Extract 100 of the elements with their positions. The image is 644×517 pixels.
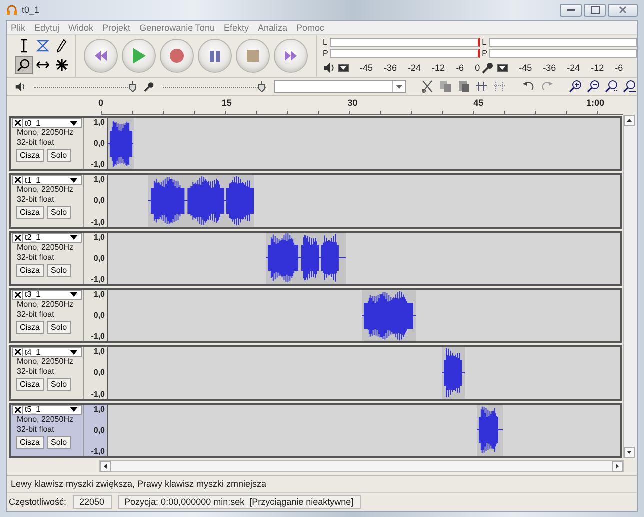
track-info: Mono, 22050Hz (16, 128, 74, 138)
skip-to-end-button[interactable] (274, 39, 308, 73)
track-control-panel[interactable]: t5_1 Mono, 22050Hz 32-bit float Cisza Solo (11, 404, 84, 456)
dropdown-button[interactable] (497, 64, 508, 72)
track-toggle-button[interactable]: Solo (47, 320, 72, 334)
track-control-panel[interactable]: t0_1 Mono, 22050Hz 32-bit float Cisza Solo (11, 118, 84, 170)
slider-thumb[interactable] (128, 80, 137, 92)
menu-item[interactable]: Generowanie Tonu (140, 22, 215, 32)
close-icon[interactable] (14, 234, 20, 241)
i-beam-icon (18, 39, 30, 53)
scissors-icon[interactable] (421, 80, 434, 93)
menu-item[interactable]: Analiza (258, 22, 288, 32)
scroll-left-button[interactable] (100, 461, 111, 472)
scroll-up-button[interactable] (624, 115, 635, 126)
tool-button[interactable] (53, 56, 71, 74)
caret-icon (499, 66, 506, 70)
track-control-panel[interactable]: t3_1 Mono, 22050Hz 32-bit float Cisza Solo (11, 290, 84, 342)
menu-item[interactable]: Efekty (224, 22, 249, 32)
caret-icon (70, 350, 78, 355)
maximize-button[interactable] (584, 4, 606, 16)
menu-item[interactable]: Plik (11, 22, 26, 32)
caret-right-icon (616, 464, 619, 469)
track-format: 32-bit float (16, 424, 56, 435)
caret-icon (70, 120, 78, 126)
zoom-fit-selection-icon[interactable] (605, 80, 618, 93)
track-toggle-button[interactable]: Solo (47, 264, 72, 277)
audio-clip[interactable] (148, 175, 254, 227)
meter-scale-label: -6 (456, 63, 464, 73)
track-name-menu[interactable]: t4_1 (12, 347, 82, 358)
close-button[interactable] (608, 4, 638, 16)
track-info: Mono, 22050Hz (16, 300, 74, 310)
microphone-icon (144, 80, 155, 92)
ruler-label: 30 (348, 98, 358, 108)
skip-forward-icon (285, 51, 297, 61)
undo-icon[interactable] (522, 82, 535, 92)
caret-icon (396, 84, 403, 88)
record-button[interactable] (160, 39, 194, 73)
track-control-panel[interactable]: t1_1 Mono, 22050Hz 32-bit float Cisza Solo (11, 175, 84, 227)
minimize-button[interactable] (560, 4, 582, 16)
caret-left-icon (104, 464, 107, 469)
amplitude-label: -1,0 (91, 274, 105, 284)
skip-to-start-button[interactable] (84, 39, 118, 73)
audio-clip[interactable] (442, 347, 466, 399)
close-icon[interactable] (14, 406, 20, 413)
close-icon[interactable] (14, 177, 20, 184)
menu-item[interactable]: Pomoc (296, 22, 325, 32)
track-toggle-button[interactable]: Solo (47, 378, 72, 392)
zoom-in-icon[interactable] (569, 80, 582, 93)
menu-item[interactable]: Projekt (102, 22, 131, 32)
track-name-menu[interactable]: t0_1 (12, 118, 82, 128)
timeline-ruler[interactable]: 0 15 30 45 1:00 (101, 96, 623, 115)
pause-button[interactable] (198, 39, 232, 73)
close-icon[interactable] (14, 292, 20, 298)
slider-thumb[interactable] (258, 80, 266, 92)
channel-label: L (482, 38, 488, 47)
meter-scale-label: 0 (475, 63, 480, 73)
minimize-icon (567, 8, 575, 12)
menu-item[interactable]: Edytuj (34, 22, 60, 32)
maximize-icon (590, 6, 600, 14)
silence-icon[interactable] (493, 80, 506, 93)
track-toggle-button[interactable]: Solo (47, 436, 72, 449)
amplitude-label: 0,0 (94, 368, 105, 378)
scroll-right-button[interactable] (612, 461, 623, 472)
audio-clip[interactable] (108, 118, 134, 170)
close-icon[interactable] (14, 349, 20, 356)
zoom-fit-icon[interactable] (623, 80, 636, 93)
menu-item[interactable]: Widok (68, 22, 94, 32)
track-toggle-button[interactable]: Cisza (16, 206, 44, 220)
track-format: 32-bit float (16, 195, 56, 206)
zoom-out-icon[interactable] (587, 80, 600, 93)
position-status: Pozycja: 0:00,000000 min:sek [Przyciąganie nieaktywne] (118, 495, 361, 509)
copy-icon[interactable] (439, 80, 452, 93)
amplitude-label: 1,0 (94, 290, 105, 299)
rate-field[interactable]: 22050 (72, 495, 112, 509)
track-name-menu[interactable]: t3_1 (12, 290, 82, 300)
track-toggle-button[interactable]: Cisza (16, 378, 44, 392)
double-arrow-icon (36, 60, 50, 70)
track-toggle-button[interactable]: Solo (47, 206, 72, 220)
track-control-panel[interactable]: t4_1 Mono, 22050Hz 32-bit float Cisza Solo (11, 347, 84, 399)
tool-button[interactable] (15, 56, 33, 74)
close-icon[interactable] (14, 120, 20, 126)
amplitude-label: -1,0 (91, 446, 105, 456)
track-name-menu[interactable]: t2_1 (12, 232, 82, 243)
track-toggle-button[interactable]: Cisza (16, 264, 44, 277)
trim-icon[interactable] (475, 80, 488, 93)
track-info: Mono, 22050Hz (16, 414, 74, 425)
dropdown-button[interactable] (338, 64, 349, 72)
audio-clip[interactable] (476, 404, 504, 456)
audio-clip[interactable] (362, 290, 416, 342)
track-name-menu[interactable]: t1_1 (12, 175, 82, 186)
audio-clip[interactable] (266, 232, 346, 284)
track-name-menu[interactable]: t5_1 (12, 404, 82, 415)
device-dropdown[interactable] (274, 80, 406, 93)
scroll-down-button[interactable] (624, 447, 635, 458)
track-toggle-button[interactable]: Cisza (16, 436, 44, 449)
paste-icon[interactable] (457, 80, 470, 93)
track-toggle-button[interactable]: Cisza (16, 149, 44, 162)
track-control-panel[interactable]: t2_1 Mono, 22050Hz 32-bit float Cisza Solo (11, 232, 84, 284)
track-toggle-button[interactable]: Solo (47, 149, 72, 162)
track-toggle-button[interactable]: Cisza (16, 320, 44, 334)
